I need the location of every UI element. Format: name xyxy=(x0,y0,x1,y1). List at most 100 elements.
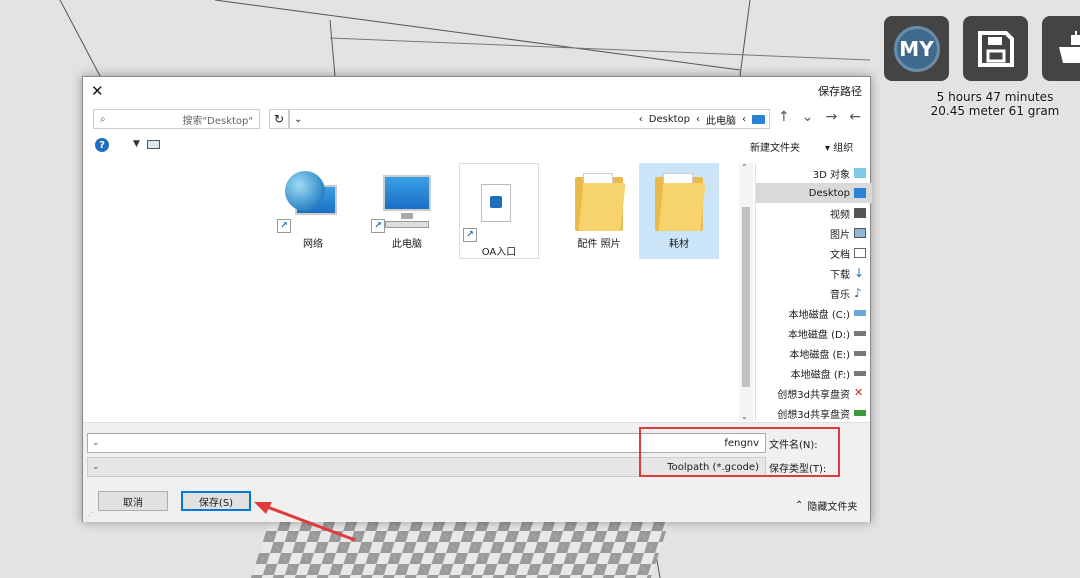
drive-icon xyxy=(854,350,866,356)
save-dialog: ✕ 保存路径 ⌕ 搜索"Desktop" ↻ ⌄ ‹ Desktop ‹ 此电脑… xyxy=(82,76,872,522)
shortcut-icon: ↗ xyxy=(277,219,291,233)
nav-item-label: 本地磁盘 (D:) xyxy=(787,329,850,341)
chevron-icon: ‹ xyxy=(638,113,643,125)
back-arrow-icon[interactable]: ← xyxy=(849,109,861,125)
nav-item-label: 3D 对象 xyxy=(812,169,850,181)
chevron-down-icon: ▾ xyxy=(825,143,834,154)
nav-item-label: 文档 xyxy=(830,249,850,261)
address-bar[interactable]: ⌄ ‹ Desktop ‹ 此电脑 ‹ xyxy=(289,109,770,129)
hide-folders-toggle[interactable]: ⌃ 隐藏文件夹 xyxy=(795,498,857,513)
nav-item[interactable]: 本地磁盘 (C:) xyxy=(756,303,872,323)
drive-icon xyxy=(854,370,866,376)
pc-icon xyxy=(752,114,765,124)
nav-item[interactable]: 创想3d共享盘资 xyxy=(756,403,872,423)
file-item[interactable]: 配件 照片 xyxy=(559,163,639,259)
nav-item[interactable]: 文档 xyxy=(756,243,872,263)
resize-grip-icon[interactable]: ⋰ xyxy=(85,511,93,520)
organize-button[interactable]: ▾ 组织 xyxy=(825,139,853,154)
dialog-toolbar: ? ▼ 新建文件夹 ▾ 组织 xyxy=(83,137,870,157)
refresh-button[interactable]: ↻ xyxy=(269,109,289,129)
chevron-down-icon[interactable]: ⌄ xyxy=(802,109,814,125)
nav-item-label: 创想3d共享盘资 xyxy=(777,389,850,401)
file-item[interactable]: ↗ 网络 xyxy=(273,163,353,259)
nav-item[interactable]: 视频 xyxy=(756,203,872,223)
nav-item[interactable]: 创想3d共享盘资 ✕ xyxy=(756,383,872,403)
up-arrow-icon[interactable]: ↑ xyxy=(778,109,790,125)
drive-icon xyxy=(854,330,866,336)
address-row: ⌕ 搜索"Desktop" ↻ ⌄ ‹ Desktop ‹ 此电脑 ‹ ↑ ⌄ … xyxy=(83,109,870,131)
nav-item-label: 本地磁盘 (E:) xyxy=(789,349,850,361)
nav-item[interactable]: 音乐 ♪ xyxy=(756,283,872,303)
slice-button[interactable] xyxy=(1042,16,1080,81)
print-time: 5 hours 47 minutes xyxy=(936,90,1054,104)
chevron-down-icon[interactable]: ⌄ xyxy=(92,438,100,448)
save-button-top[interactable] xyxy=(963,16,1028,81)
shortcut-icon: ↗ xyxy=(463,228,477,242)
computer-icon: ↗ xyxy=(371,171,435,233)
chevron-down-icon[interactable]: ⌄ xyxy=(92,462,100,472)
scroll-down-icon[interactable]: ⌄ xyxy=(741,412,748,421)
print-estimate: 5 hours 47 minutes 20.45 meter 61 gram xyxy=(920,90,1070,118)
file-item[interactable]: 耗材 xyxy=(639,163,719,259)
cancel-button[interactable]: 取消 xyxy=(98,491,168,511)
build-plate xyxy=(250,520,670,578)
top-right-toolbar: MY xyxy=(884,16,1080,81)
scroll-up-icon[interactable]: ⌃ xyxy=(741,163,748,172)
save-button[interactable]: 保存(S) xyxy=(181,491,251,511)
view-mode-icon[interactable] xyxy=(147,140,160,149)
ship-icon xyxy=(1058,30,1080,63)
nav-item-label: 本地磁盘 (C:) xyxy=(788,309,850,321)
new-folder-button[interactable]: 新建文件夹 xyxy=(750,139,800,154)
disconnected-drive-icon: ✕ xyxy=(854,386,864,399)
nav-item[interactable]: 下载 ↓ xyxy=(756,263,872,283)
breadcrumb-this-pc[interactable]: 此电脑 xyxy=(706,112,736,127)
nav-item-label: 下载 xyxy=(830,269,850,281)
folder-icon xyxy=(575,173,626,231)
network-drive-icon xyxy=(854,410,866,416)
shortcut-icon: ↗ xyxy=(371,219,385,233)
file-label: OA入口 xyxy=(481,247,517,258)
nav-item[interactable]: 本地磁盘 (F:) xyxy=(756,363,872,383)
save-icon xyxy=(977,30,1014,67)
music-icon: ♪ xyxy=(854,286,862,300)
document-icon: ↗ xyxy=(459,164,539,242)
search-input[interactable]: ⌕ 搜索"Desktop" xyxy=(93,109,260,129)
nav-item-label: 创想3d共享盘资 xyxy=(777,409,850,421)
organize-label: 组织 xyxy=(833,143,854,154)
my-button[interactable]: MY xyxy=(884,16,949,81)
nav-item-label: 本地磁盘 (F:) xyxy=(790,369,850,381)
file-label: 配件 照片 xyxy=(577,239,621,250)
nav-scrollbar[interactable]: ⌃ ⌄ xyxy=(739,163,753,421)
nav-item[interactable]: 本地磁盘 (E:) xyxy=(756,343,872,363)
dialog-footer: ⌄ fengnv 文件名(N): ⌄ Toolpath (*.gcode) 保存… xyxy=(83,423,870,522)
nav-item[interactable]: Desktop xyxy=(756,183,872,203)
file-item[interactable]: ↗ OA入口 xyxy=(459,163,539,259)
my-icon: MY xyxy=(893,25,940,72)
chevron-down-icon: ⌄ xyxy=(294,113,303,125)
documents-icon xyxy=(854,248,866,258)
nav-item-label: 音乐 xyxy=(830,289,850,301)
video-icon xyxy=(854,208,866,218)
desktop-icon xyxy=(854,188,866,198)
dialog-title: 保存路径 xyxy=(818,84,862,98)
nav-item-label: 图片 xyxy=(830,229,850,241)
forward-arrow-icon[interactable]: → xyxy=(825,109,837,125)
scroll-thumb[interactable] xyxy=(742,207,750,387)
nav-item-label: 视频 xyxy=(830,209,850,221)
folder-icon xyxy=(655,173,706,231)
close-icon[interactable]: ✕ xyxy=(91,82,104,100)
file-item[interactable]: ↗ 此电脑 xyxy=(367,163,447,259)
system-drive-icon xyxy=(854,310,866,316)
breadcrumb-desktop[interactable]: Desktop xyxy=(649,114,690,125)
breadcrumb: ‹ Desktop ‹ 此电脑 ‹ xyxy=(639,112,765,127)
search-placeholder: 搜索"Desktop" xyxy=(182,115,253,127)
nav-item[interactable]: 本地磁盘 (D:) xyxy=(756,323,872,343)
file-label: 此电脑 xyxy=(392,239,422,250)
file-list: 耗材 配件 照片 ↗ OA入口 ↗ 此电脑 ↗ 网络 xyxy=(83,163,739,421)
view-dropdown-icon[interactable]: ▼ xyxy=(133,139,140,149)
nav-item[interactable]: 图片 xyxy=(756,223,872,243)
nav-arrows: ↑ ⌄ → ← xyxy=(778,109,861,125)
nav-item[interactable]: 3D 对象 xyxy=(756,163,872,183)
print-material: 20.45 meter 61 gram xyxy=(930,104,1060,118)
help-icon[interactable]: ? xyxy=(95,138,109,152)
